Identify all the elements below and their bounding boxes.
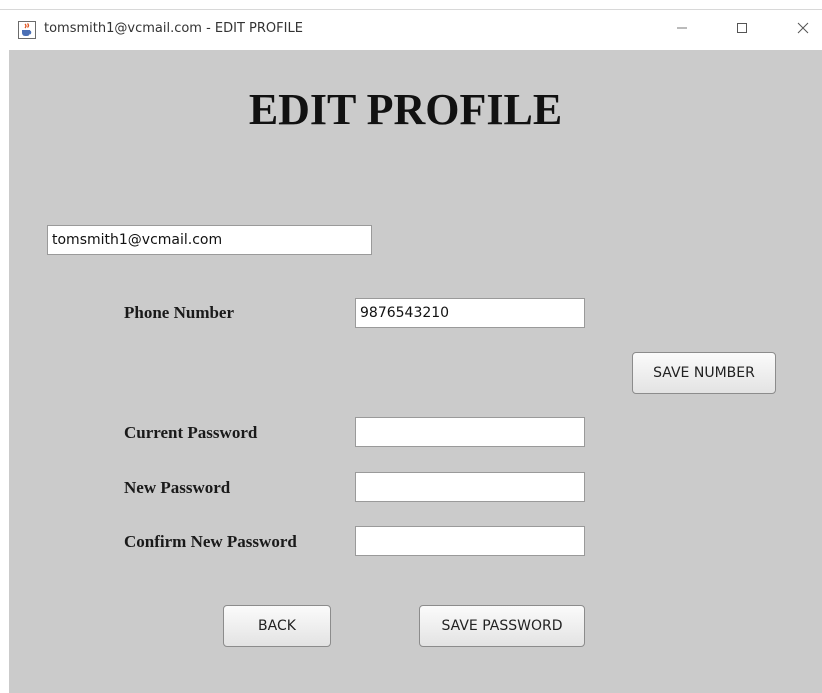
title-bar: tomsmith1@vcmail.com - EDIT PROFILE: [0, 0, 822, 50]
close-icon: [797, 21, 809, 39]
page-title: EDIT PROFILE: [248, 85, 563, 134]
save-number-button[interactable]: SAVE NUMBER: [632, 352, 776, 394]
minimize-button[interactable]: [659, 12, 705, 48]
java-cup-icon: [18, 21, 36, 39]
minimize-icon: [676, 21, 688, 39]
confirm-new-password-field[interactable]: [355, 526, 585, 556]
confirm-new-password-label: Confirm New Password: [124, 532, 297, 551]
save-password-button[interactable]: SAVE PASSWORD: [419, 605, 585, 647]
title-bar-divider: [0, 9, 822, 10]
close-button[interactable]: [780, 12, 822, 48]
current-password-label: Current Password: [124, 423, 258, 442]
new-password-field[interactable]: [355, 472, 585, 502]
maximize-icon: [736, 21, 748, 39]
edit-profile-panel: EDIT PROFILE Phone Number SAVE NUMBER Cu…: [9, 50, 822, 693]
window-title: tomsmith1@vcmail.com - EDIT PROFILE: [44, 21, 303, 36]
maximize-button[interactable]: [719, 12, 765, 48]
new-password-label: New Password: [124, 478, 231, 497]
back-button[interactable]: BACK: [223, 605, 331, 647]
phone-number-field[interactable]: [355, 298, 585, 328]
email-field[interactable]: [47, 225, 372, 255]
current-password-field[interactable]: [355, 417, 585, 447]
phone-number-label: Phone Number: [124, 303, 235, 322]
